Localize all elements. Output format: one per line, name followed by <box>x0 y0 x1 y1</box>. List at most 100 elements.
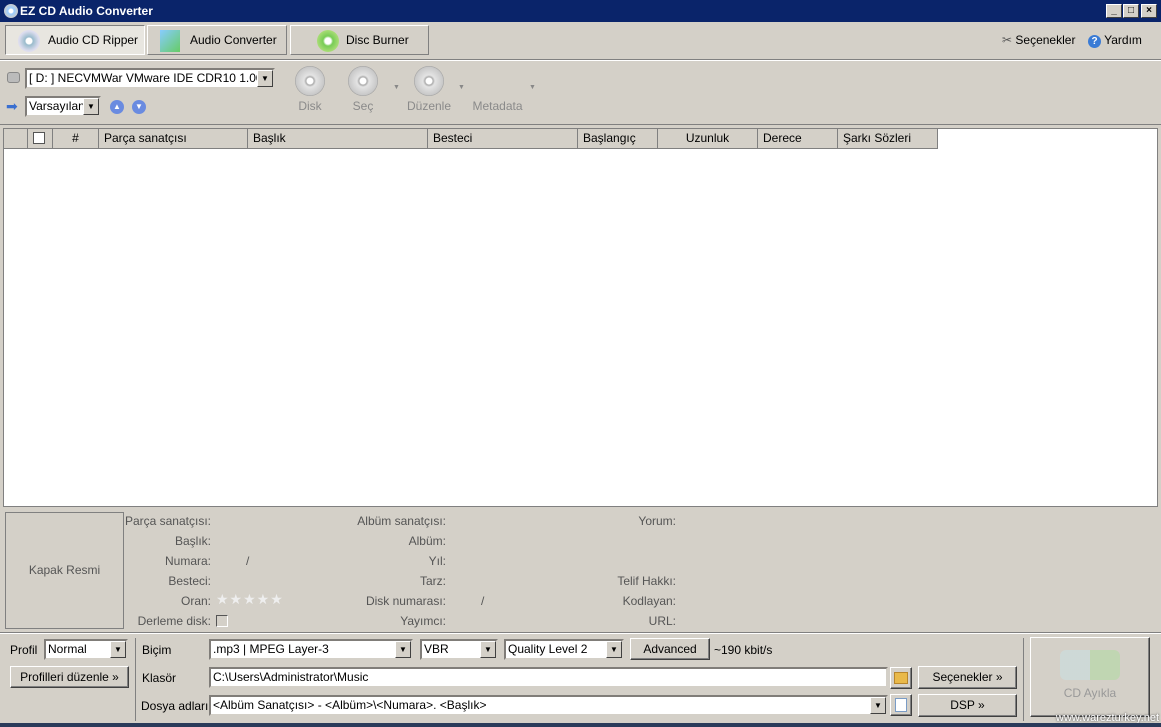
arrow-right-icon: ➡ <box>6 98 18 114</box>
url-label: URL: <box>648 614 676 628</box>
metadata-label: Metadata <box>472 99 523 113</box>
chevron-down-icon[interactable]: ▼ <box>480 641 496 658</box>
album-label: Albüm: <box>408 534 446 548</box>
move-down-icon[interactable]: ▼ <box>132 100 146 114</box>
title-bar: EZ CD Audio Converter _ □ × <box>0 0 1161 22</box>
app-icon <box>4 4 18 18</box>
folder-input[interactable]: C:\Users\Administrator\Music <box>209 667 888 688</box>
comment-label: Yorum: <box>638 514 676 528</box>
chevron-down-icon[interactable]: ▼ <box>257 70 273 87</box>
edit-filenames-button[interactable] <box>890 694 912 716</box>
tab-label: Audio Converter <box>190 33 277 47</box>
drive-value: [ D: ] NECVMWar VMware IDE CDR10 1.00 <box>29 71 263 85</box>
genre-label: Tarz: <box>419 574 446 588</box>
format-select[interactable]: .mp3 | MPEG Layer-3 ▼ <box>209 639 413 660</box>
tab-audio-converter[interactable]: Audio Converter <box>147 25 287 55</box>
tab-audio-cd-ripper[interactable]: Audio CD Ripper <box>5 25 145 55</box>
format-label: Biçim <box>142 643 172 657</box>
folder-label: Klasör <box>142 671 177 685</box>
drive-select[interactable]: [ D: ] NECVMWar VMware IDE CDR10 1.00 ▼ <box>25 68 275 89</box>
format-value: .mp3 | MPEG Layer-3 <box>213 642 329 656</box>
disc-number-separator: / <box>481 594 485 608</box>
rating-label: Oran: <box>180 594 211 608</box>
copyright-label: Telif Hakkı: <box>617 574 676 588</box>
options-button[interactable]: Seçenekler » <box>918 666 1017 689</box>
column-header-lyrics[interactable]: Şarkı Sözleri <box>838 129 938 149</box>
mode-value: VBR <box>424 642 449 656</box>
options-label: Seçenekler <box>1015 33 1076 47</box>
disc-number-label: Disk numarası: <box>365 594 446 608</box>
rip-cd-button[interactable]: CD Ayıkla <box>1030 637 1150 717</box>
column-header-number[interactable]: # <box>53 129 99 149</box>
edit-dropdown-icon[interactable]: ▼ <box>458 84 465 91</box>
tab-disc-burner[interactable]: Disc Burner <box>290 25 429 55</box>
window-title: EZ CD Audio Converter <box>20 4 153 18</box>
publisher-label: Yayımcı: <box>400 614 446 628</box>
drive-icon <box>7 72 20 83</box>
profile-select[interactable]: Normal ▼ <box>44 639 128 660</box>
chevron-down-icon[interactable]: ▼ <box>83 98 99 115</box>
metadata-button[interactable]: Metadata <box>470 99 525 113</box>
composer-label: Besteci: <box>168 574 211 588</box>
tools-icon: ✂ <box>1002 33 1013 47</box>
disk-button[interactable]: Disk <box>290 66 330 113</box>
help-link[interactable]: ? Yardım <box>1088 33 1142 48</box>
help-label: Yardım <box>1104 33 1142 47</box>
filenames-input[interactable]: <Albüm Sanatçısı> - <Albüm>\<Numara>. <B… <box>209 695 888 716</box>
profile-value: Normal <box>48 642 87 656</box>
cover-art[interactable]: Kapak Resmi <box>5 512 124 629</box>
maximize-button[interactable]: □ <box>1123 4 1139 18</box>
bitrate-estimate: ~190 kbit/s <box>714 643 773 657</box>
column-header-length[interactable]: Uzunluk <box>658 129 758 149</box>
minimize-button[interactable]: _ <box>1106 4 1122 18</box>
advanced-button[interactable]: Advanced <box>630 638 710 660</box>
edit-label: Düzenle <box>406 99 452 113</box>
select-label: Seç <box>352 99 374 113</box>
filenames-label: Dosya adları <box>141 699 209 713</box>
folder-search-icon <box>894 672 908 684</box>
rating-stars[interactable]: ★★★★★ <box>216 591 284 608</box>
chevron-down-icon[interactable]: ▼ <box>395 641 411 658</box>
encoded-by-label: Kodlayan: <box>622 594 676 608</box>
metadata-dropdown-icon[interactable]: ▼ <box>529 84 536 91</box>
edit-button[interactable]: Düzenle <box>403 66 455 113</box>
preset-value: Varsayılan <box>29 99 85 113</box>
chevron-down-icon[interactable]: ▼ <box>870 697 886 714</box>
compilation-checkbox[interactable] <box>216 615 228 627</box>
browse-folder-button[interactable] <box>890 667 912 689</box>
number-label: Numara: <box>164 554 211 568</box>
audio-converter-icon <box>160 30 180 52</box>
select-dropdown-icon[interactable]: ▼ <box>393 84 400 91</box>
compilation-label: Derleme disk: <box>137 614 211 628</box>
disc-burner-icon <box>317 30 339 52</box>
filenames-value: <Albüm Sanatçısı> - <Albüm>\<Numara>. <B… <box>213 698 487 712</box>
column-header-track-artist[interactable]: Parça sanatçısı <box>99 129 248 149</box>
column-header-start[interactable]: Başlangıç <box>578 129 658 149</box>
quality-select[interactable]: Quality Level 2 ▼ <box>504 639 624 660</box>
column-header-composer[interactable]: Besteci <box>428 129 578 149</box>
dsp-button[interactable]: DSP » <box>918 694 1017 717</box>
edit-profiles-button[interactable]: Profilleri düzenle » <box>10 666 129 688</box>
track-list[interactable]: # Parça sanatçısı Başlık Besteci Başlang… <box>3 128 1158 507</box>
move-up-icon[interactable]: ▲ <box>110 100 124 114</box>
tab-label: Disc Burner <box>346 33 409 47</box>
disc-icon <box>295 66 325 96</box>
chevron-down-icon[interactable]: ▼ <box>110 641 126 658</box>
close-button[interactable]: × <box>1141 4 1157 18</box>
bitrate-mode-select[interactable]: VBR ▼ <box>420 639 498 660</box>
column-header-rating[interactable]: Derece <box>758 129 838 149</box>
preset-select[interactable]: Varsayılan ▼ <box>25 96 101 117</box>
edit-disc-icon <box>414 66 444 96</box>
options-link[interactable]: ✂ Seçenekler <box>1002 33 1075 47</box>
chevron-down-icon[interactable]: ▼ <box>606 641 622 658</box>
select-button[interactable]: Seç <box>343 66 383 113</box>
column-header-blank[interactable] <box>4 129 28 149</box>
quality-value: Quality Level 2 <box>508 642 588 656</box>
select-tracks-icon <box>348 66 378 96</box>
column-header-checkbox[interactable] <box>28 129 53 149</box>
profile-label: Profil <box>10 643 38 657</box>
select-all-checkbox[interactable] <box>33 132 45 144</box>
tab-label: Audio CD Ripper <box>48 33 139 47</box>
column-header-title[interactable]: Başlık <box>248 129 428 149</box>
track-artist-label: Parça sanatçısı: <box>124 514 211 528</box>
